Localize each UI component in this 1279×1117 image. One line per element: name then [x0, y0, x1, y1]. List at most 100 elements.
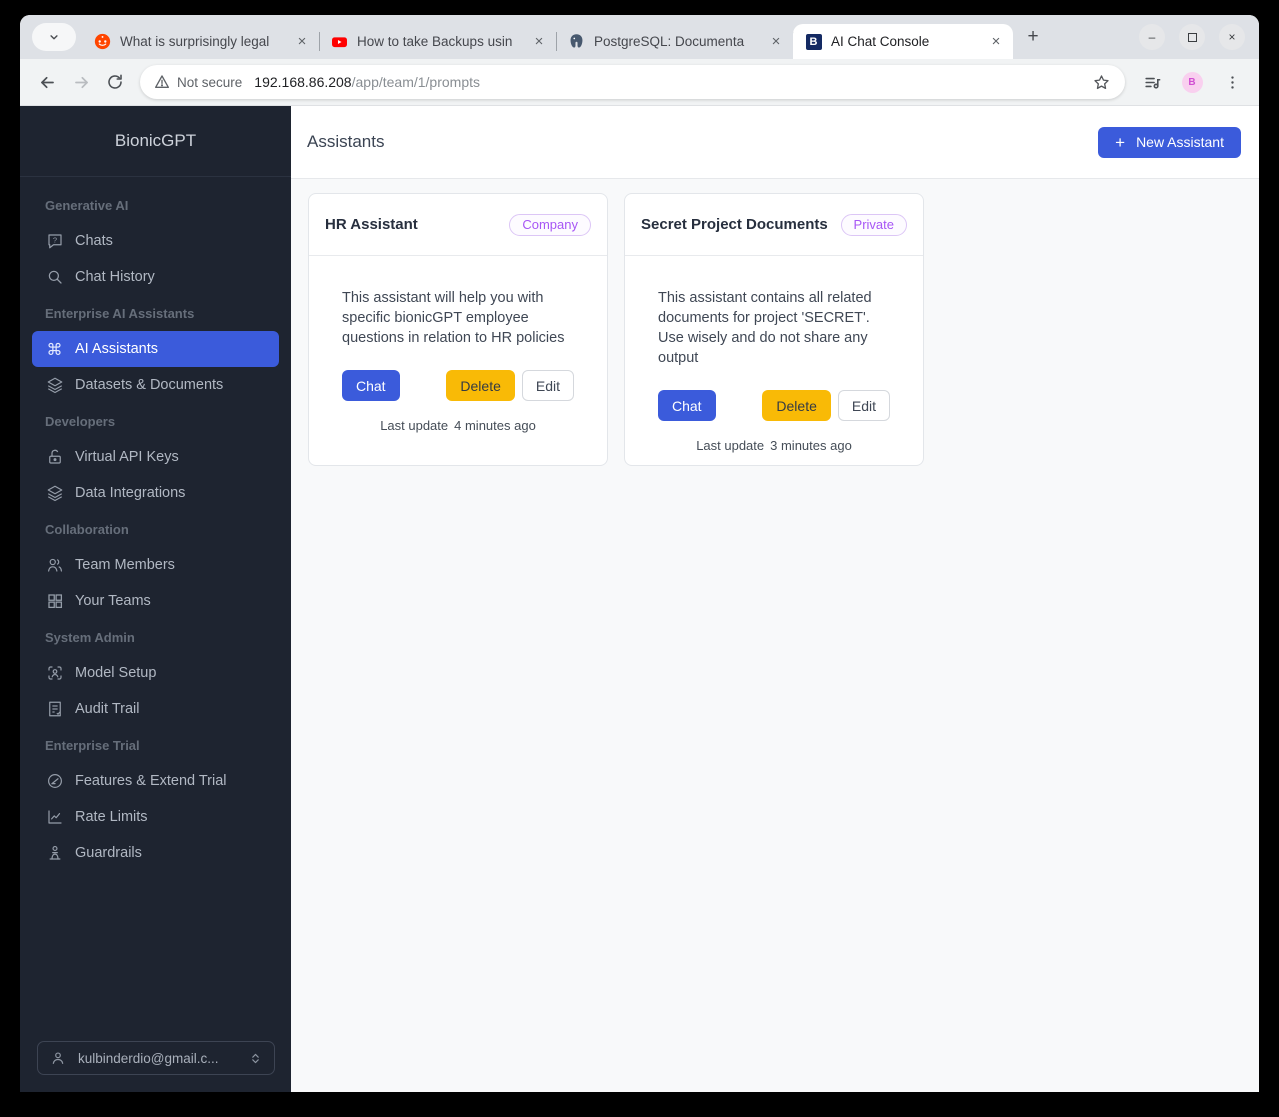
tab-title: PostgreSQL: Documenta — [594, 34, 745, 49]
sidebar-item-label: Chats — [75, 233, 113, 249]
sidebar-item-chats[interactable]: ? Chats — [32, 223, 279, 259]
reddit-icon — [94, 33, 111, 50]
tab-search-button[interactable] — [32, 23, 76, 51]
close-icon[interactable]: × — [530, 33, 548, 51]
card-body: This assistant will help you with specif… — [309, 256, 607, 433]
sidebar-item-label: Audit Trail — [75, 701, 140, 717]
tab-title: What is surprisingly legal — [120, 34, 270, 49]
delete-button[interactable]: Delete — [762, 390, 831, 421]
last-update: Last update 4 minutes ago — [342, 418, 574, 433]
new-assistant-button[interactable]: + New Assistant — [1098, 126, 1241, 158]
user-account-select[interactable]: kulbinderdio@gmail.c... — [37, 1041, 275, 1075]
sidebar-item-team-members[interactable]: Team Members — [32, 547, 279, 583]
extension-button[interactable]: B — [1175, 65, 1209, 99]
unlock-icon — [45, 448, 64, 467]
sidebar-item-chat-history[interactable]: Chat History — [32, 259, 279, 295]
sidebar-item-audit-trail[interactable]: Audit Trail — [32, 691, 279, 727]
url-host: 192.168.86.208 — [254, 74, 352, 90]
tab-title: How to take Backups usin — [357, 34, 513, 49]
last-update-value: 3 minutes ago — [770, 438, 852, 453]
section-collaboration: Collaboration — [45, 521, 129, 537]
media-controls-button[interactable] — [1135, 65, 1169, 99]
last-update-value: 4 minutes ago — [454, 418, 536, 433]
reload-button[interactable] — [98, 65, 132, 99]
sidebar-item-guardrails[interactable]: Guardrails — [32, 835, 279, 871]
browser-window: What is surprisingly legal × How to take… — [20, 15, 1259, 1092]
sidebar-item-ai-assistants[interactable]: ⌘ AI Assistants — [32, 331, 279, 367]
sidebar-item-virtual-api-keys[interactable]: Virtual API Keys — [32, 439, 279, 475]
delete-button[interactable]: Delete — [446, 370, 515, 401]
close-window-button[interactable]: × — [1219, 24, 1245, 50]
sidebar-item-data-integrations[interactable]: Data Integrations — [32, 475, 279, 511]
sidebar-item-datasets[interactable]: Datasets & Documents — [32, 367, 279, 403]
close-icon[interactable]: × — [987, 33, 1005, 51]
sidebar-item-label: Data Integrations — [75, 485, 186, 501]
window-controls: – × — [1139, 24, 1245, 50]
card-actions: Chat Delete Edit — [658, 390, 890, 421]
page-title: Assistants — [307, 132, 385, 151]
chat-button[interactable]: Chat — [658, 390, 716, 421]
user-icon — [50, 1050, 66, 1066]
sidebar-item-label: AI Assistants — [75, 341, 159, 357]
card-body: This assistant contains all related docu… — [625, 256, 923, 453]
assistant-card-hr: HR Assistant Company This assistant will… — [308, 193, 608, 466]
tab-youtube[interactable]: How to take Backups usin × — [319, 24, 557, 59]
sidebar-item-label: Features & Extend Trial — [75, 773, 227, 789]
main-panel: Assistants + New Assistant HR Assistant … — [291, 106, 1259, 1092]
tab-ai-chat-console[interactable]: B AI Chat Console × — [793, 24, 1013, 59]
sidebar-item-label: Guardrails — [75, 845, 142, 861]
gauge-icon — [45, 772, 64, 791]
url-text: 192.168.86.208/app/team/1/prompts — [254, 74, 1092, 90]
main-header: Assistants + New Assistant — [291, 106, 1259, 179]
bionic-extension-icon: B — [1181, 71, 1203, 93]
sidebar-item-label: Model Setup — [75, 665, 157, 681]
card-actions: Chat Delete Edit — [342, 370, 574, 401]
new-tab-button[interactable]: + — [1019, 23, 1047, 51]
chevron-down-icon — [47, 30, 61, 44]
sidebar-item-rate-limits[interactable]: Rate Limits — [32, 799, 279, 835]
users-icon — [45, 556, 64, 575]
address-bar[interactable]: Not secure 192.168.86.208/app/team/1/pro… — [140, 65, 1125, 99]
sidebar-item-label: Chat History — [75, 269, 155, 285]
tab-reddit[interactable]: What is surprisingly legal × — [82, 24, 320, 59]
last-update: Last update 3 minutes ago — [658, 438, 890, 453]
brand-logo: BionicGPT — [20, 106, 291, 177]
warning-icon — [155, 75, 169, 88]
card-description: This assistant contains all related docu… — [658, 290, 872, 366]
search-icon — [45, 268, 64, 287]
back-button[interactable] — [30, 65, 64, 99]
youtube-icon — [331, 33, 348, 50]
maximize-button[interactable] — [1179, 24, 1205, 50]
visibility-badge: Private — [840, 213, 907, 236]
browser-menu-button[interactable] — [1215, 65, 1249, 99]
tab-postgresql[interactable]: PostgreSQL: Documenta × — [556, 24, 794, 59]
close-icon[interactable]: × — [293, 33, 311, 51]
edit-button[interactable]: Edit — [837, 390, 890, 421]
app-content: BionicGPT Generative AI ? Chats Chat His… — [20, 106, 1259, 1092]
sidebar-item-model-setup[interactable]: Model Setup — [32, 655, 279, 691]
forward-button[interactable] — [64, 65, 98, 99]
sidebar-item-your-teams[interactable]: Your Teams — [32, 583, 279, 619]
close-icon[interactable]: × — [767, 33, 785, 51]
assistant-cards: HR Assistant Company This assistant will… — [291, 179, 1259, 466]
forward-icon — [74, 76, 88, 88]
layers-icon — [45, 376, 64, 395]
card-description: This assistant will help you with specif… — [342, 290, 565, 346]
sidebar-item-label: Virtual API Keys — [75, 449, 179, 465]
edit-button[interactable]: Edit — [521, 370, 574, 401]
sidebar: BionicGPT Generative AI ? Chats Chat His… — [20, 106, 291, 1092]
sidebar-item-features-extend-trial[interactable]: Features & Extend Trial — [32, 763, 279, 799]
grid-icon — [45, 592, 64, 611]
security-chip[interactable]: Not secure — [154, 74, 242, 90]
bookmark-star-button[interactable] — [1092, 73, 1111, 92]
audit-document-icon — [45, 700, 64, 719]
minimize-button[interactable]: – — [1139, 24, 1165, 50]
last-update-label: Last update — [696, 438, 765, 453]
tab-title: AI Chat Console — [831, 34, 930, 49]
card-title: HR Assistant — [325, 216, 418, 233]
chevron-updown-icon — [249, 1052, 262, 1065]
layers-icon — [45, 484, 64, 503]
new-assistant-label: New Assistant — [1136, 134, 1224, 150]
chat-button[interactable]: Chat — [342, 370, 400, 401]
